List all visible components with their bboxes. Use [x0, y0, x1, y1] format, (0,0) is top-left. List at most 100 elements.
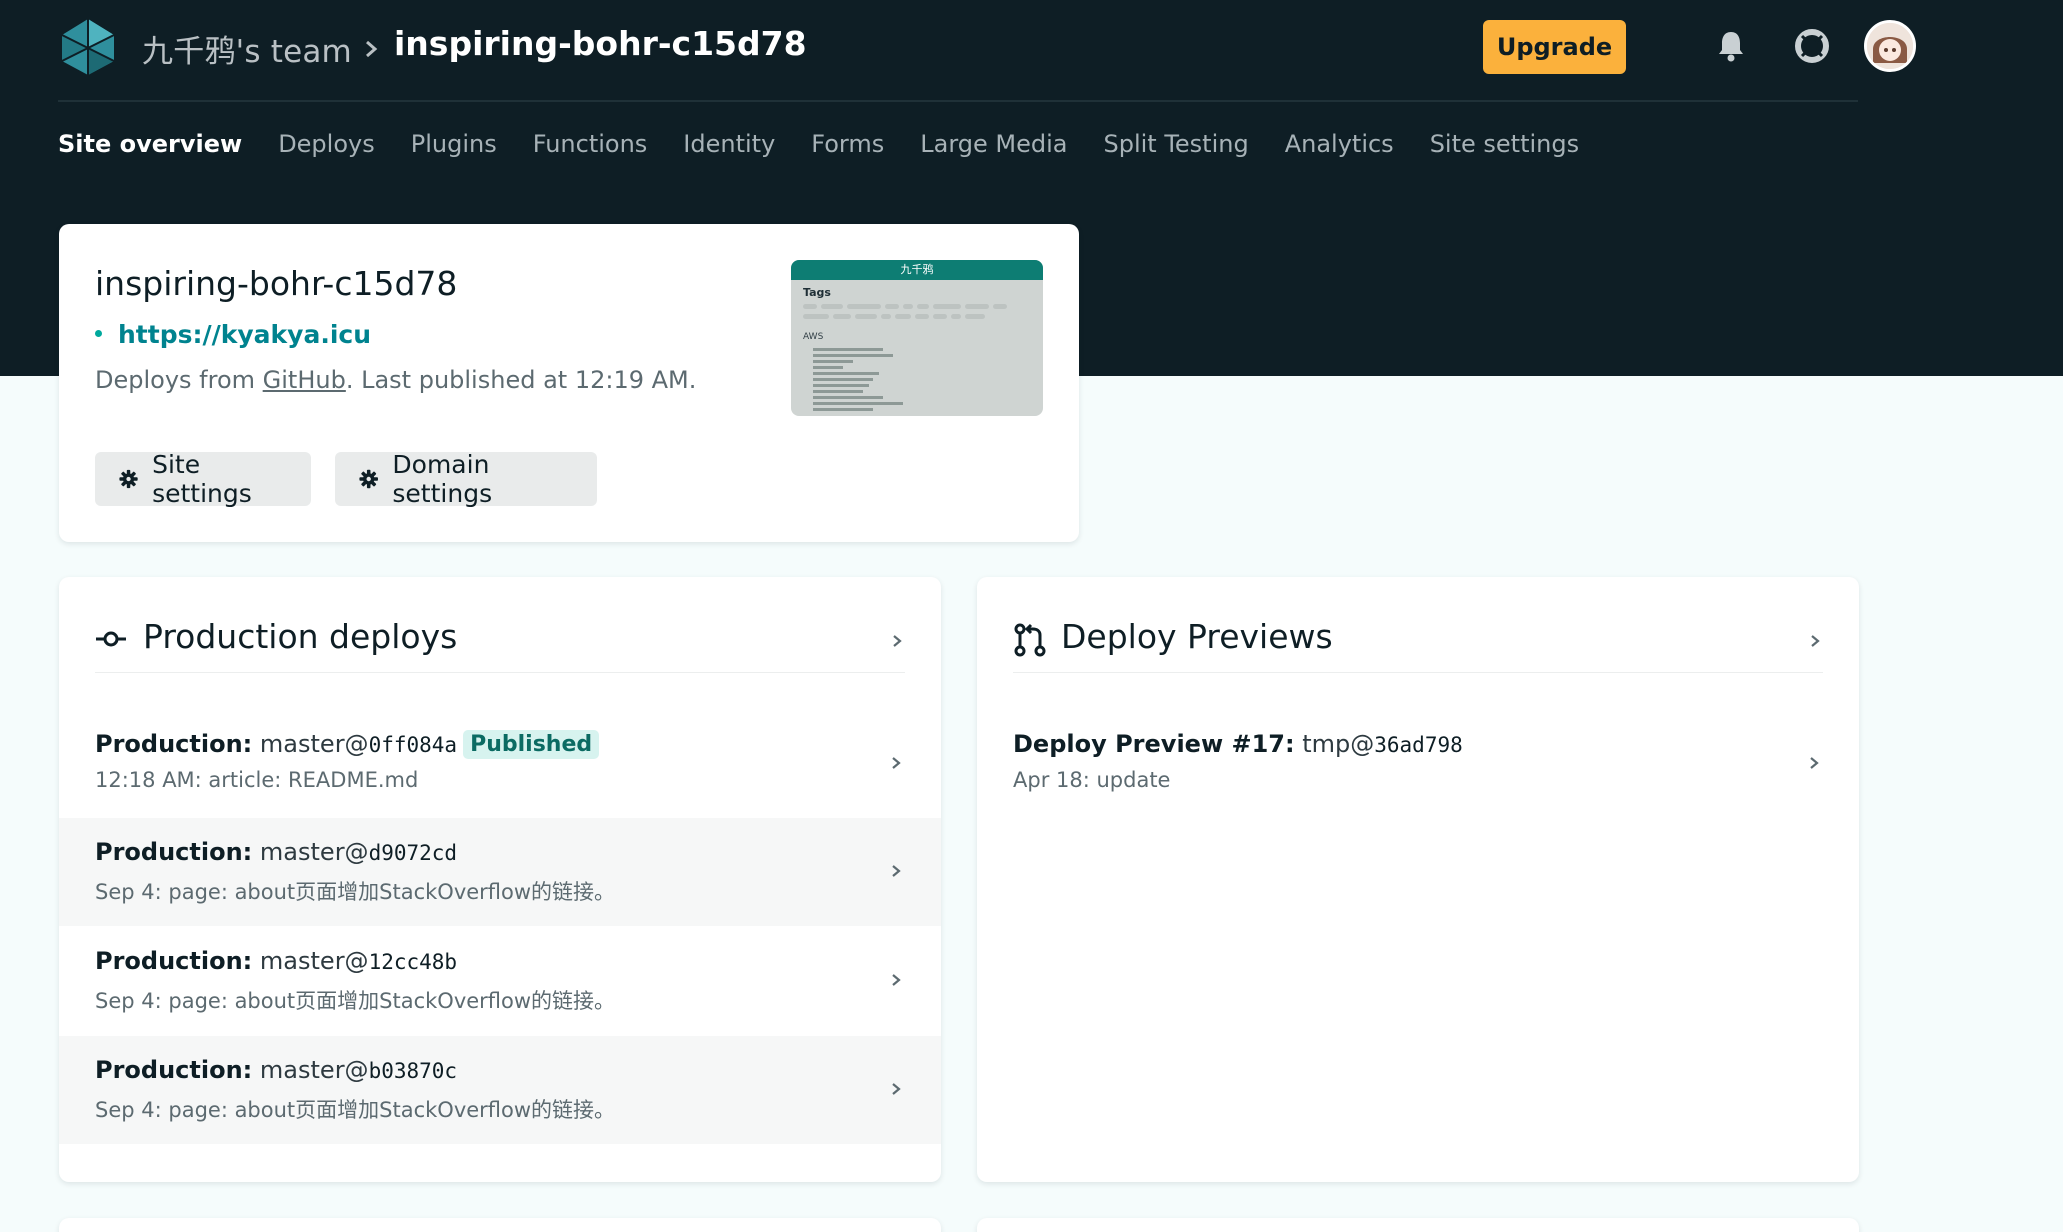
preview-text-line: [813, 396, 883, 399]
preview-tag-pill: [915, 314, 929, 319]
site-settings-label: Site settings: [152, 450, 252, 508]
deploy-commit-hash: 12cc48b: [368, 950, 458, 974]
preview-text-line: [813, 372, 879, 375]
chevron-right-icon: [892, 1083, 901, 1095]
preview-tag-pill: [933, 314, 947, 319]
preview-tag-pill: [885, 304, 899, 309]
preview-text-line: [813, 354, 893, 357]
production-deploys-card: Production deploys Production: master@0f…: [59, 577, 941, 1182]
preview-tag-pill: [833, 314, 851, 319]
deploy-commit-hash: 0ff084a: [368, 733, 458, 757]
deploy-row-subtitle: Sep 4: page: about页面增加StackOverflow的链接。: [95, 989, 616, 1013]
tab-split-testing[interactable]: Split Testing: [1103, 130, 1248, 170]
production-deploys-title: Production deploys: [143, 617, 458, 656]
next-card-right: [977, 1218, 1859, 1232]
help-lifebuoy-icon[interactable]: [1794, 28, 1830, 64]
bell-icon[interactable]: [1715, 29, 1747, 63]
deploy-preview-row[interactable]: Deploy Preview #17: tmp@36ad798 Apr 18: …: [977, 710, 1859, 818]
chevron-right-icon: [1811, 635, 1820, 647]
netlify-logo-icon[interactable]: [58, 17, 118, 77]
production-deploys-header[interactable]: Production deploys: [95, 617, 905, 673]
deploy-row-subtitle: Sep 4: page: about页面增加StackOverflow的链接。: [95, 1098, 616, 1122]
preview-text-line: [813, 366, 843, 369]
preview-tag-pill: [855, 314, 877, 319]
deploy-preview-branch: tmp@: [1302, 730, 1375, 758]
preview-tag-pill: [965, 304, 989, 309]
deploy-row-subtitle: 12:18 AM: article: README.md: [95, 768, 419, 792]
site-url-link[interactable]: https://kyakya.icu: [118, 320, 371, 349]
deploy-row[interactable]: Production: master@d9072cd Sep 4: page: …: [59, 818, 941, 926]
chevron-right-icon: [892, 974, 901, 986]
deploy-previews-title: Deploy Previews: [1061, 617, 1333, 656]
domain-settings-button[interactable]: Domain settings: [335, 450, 597, 508]
preview-text-line: [813, 402, 903, 405]
gear-icon: [119, 469, 138, 489]
deploy-row[interactable]: Production: master@12cc48b Sep 4: page: …: [59, 927, 941, 1035]
deploy-commit-hash: b03870c: [368, 1059, 458, 1083]
github-link[interactable]: GitHub: [263, 366, 346, 394]
preview-bar-title: 九千鸦: [791, 260, 1043, 280]
preview-tag-pill: [895, 314, 911, 319]
deploy-branch: master@: [259, 730, 369, 758]
deploy-row-title: Production: master@d9072cd: [95, 838, 457, 866]
tab-site-settings[interactable]: Site settings: [1430, 130, 1579, 170]
deploy-branch: master@: [259, 838, 369, 866]
tab-site-overview[interactable]: Site overview: [58, 130, 242, 170]
chevron-right-icon: [893, 635, 902, 647]
header-divider: [58, 100, 1858, 102]
chevron-right-icon: [892, 865, 901, 877]
chevron-right-icon: [1810, 757, 1819, 769]
preview-text-line: [813, 348, 883, 351]
tab-forms[interactable]: Forms: [811, 130, 884, 170]
tab-large-media[interactable]: Large Media: [920, 130, 1067, 170]
domain-settings-label: Domain settings: [392, 450, 493, 508]
deploy-preview-title: Deploy Preview #17: tmp@36ad798: [1013, 730, 1463, 758]
deploy-commit-hash: d9072cd: [368, 841, 458, 865]
site-preview-thumbnail[interactable]: 九千鸦 Tags AWS: [791, 260, 1043, 416]
tab-functions[interactable]: Functions: [533, 130, 648, 170]
deploy-row-title: Production: master@12cc48b: [95, 947, 457, 975]
user-avatar[interactable]: [1864, 20, 1916, 72]
site-nav: Site overview Deploys Plugins Functions …: [58, 130, 1579, 170]
site-settings-button[interactable]: Site settings: [95, 450, 311, 508]
deploy-row-title: Production: master@b03870c: [95, 1056, 457, 1084]
preview-tag-pill: [951, 314, 961, 319]
deploy-preview-commit-hash: 36ad798: [1374, 733, 1463, 757]
upgrade-button[interactable]: Upgrade: [1483, 20, 1626, 74]
top-bar: 九千鸦's team inspiring-bohr-c15d78 Upgrade: [58, 0, 1916, 100]
tab-identity[interactable]: Identity: [683, 130, 775, 170]
pull-request-icon: [1014, 623, 1046, 657]
chevron-right-icon: [366, 40, 378, 58]
preview-text-line: [813, 408, 873, 411]
next-card-left: [59, 1218, 941, 1232]
site-deploy-description: Deploys from GitHub. Last published at 1…: [95, 366, 696, 394]
deploy-previews-header[interactable]: Deploy Previews: [1013, 617, 1823, 673]
preview-text-line: [813, 360, 853, 363]
preview-tag-pill: [965, 314, 985, 319]
tab-plugins[interactable]: Plugins: [411, 130, 497, 170]
deploy-label: Production:: [95, 838, 253, 866]
breadcrumb-team[interactable]: 九千鸦's team: [142, 26, 352, 71]
preview-tag-pill: [993, 304, 1007, 309]
preview-tags-heading: Tags: [803, 286, 831, 299]
deploy-row[interactable]: Production: master@b03870c Sep 4: page: …: [59, 1036, 941, 1144]
tab-deploys[interactable]: Deploys: [278, 130, 375, 170]
breadcrumb-site[interactable]: inspiring-bohr-c15d78: [394, 24, 807, 63]
tab-analytics[interactable]: Analytics: [1285, 130, 1394, 170]
preview-text-line: [813, 378, 873, 381]
deploy-label: Production:: [95, 1056, 253, 1084]
gear-icon: [359, 469, 378, 489]
deploy-row[interactable]: Production: master@0ff084a Published 12:1…: [59, 710, 941, 818]
preview-tag-pill: [881, 314, 891, 319]
git-commit-icon: [96, 631, 126, 647]
status-dot-icon: [95, 329, 102, 337]
site-title: inspiring-bohr-c15d78: [95, 264, 458, 303]
deploy-label: Production:: [95, 730, 253, 758]
site-url-row: https://kyakya.icu: [95, 320, 371, 349]
site-overview-card: inspiring-bohr-c15d78 https://kyakya.icu…: [59, 224, 1079, 542]
preview-tag-pill: [847, 304, 881, 309]
preview-tag-pill: [821, 304, 843, 309]
desc-prefix: Deploys from: [95, 366, 263, 394]
preview-text-line: [813, 390, 863, 393]
preview-tag-pill: [917, 304, 929, 309]
